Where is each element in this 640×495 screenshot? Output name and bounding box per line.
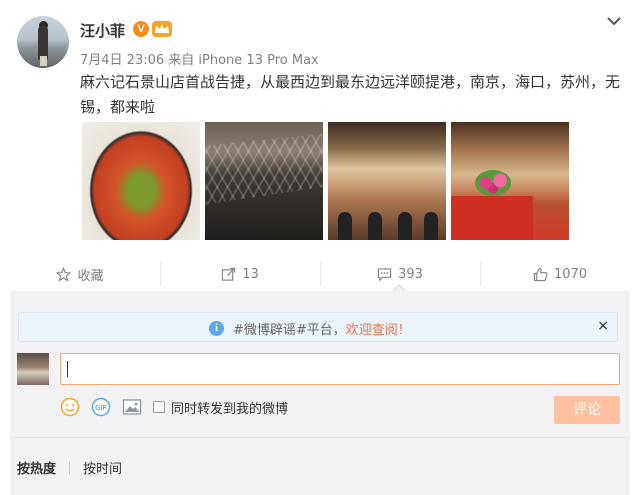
author-name[interactable]: 汪小菲 — [80, 20, 125, 41]
post-meta: 7月4日 23:06 来自 iPhone 13 Pro Max — [80, 53, 319, 68]
verified-icon: V — [133, 21, 149, 37]
vip-badge-icon[interactable] — [152, 21, 172, 37]
image-icon[interactable] — [122, 397, 142, 417]
comment-count: 393 — [398, 266, 423, 282]
notice-text: #微博辟谣#平台， — [233, 323, 346, 338]
close-icon[interactable]: × — [597, 318, 609, 334]
post-text: 麻六记石景山店首战告捷，从最西边到最东边远洋颐提港，南京，海口，苏州，无锡，都来… — [80, 73, 621, 116]
repost-count: 13 — [242, 266, 259, 282]
emoji-icon[interactable] — [60, 397, 80, 417]
like-count: 1070 — [553, 266, 588, 282]
notice-content: i #微博辟谣#平台， 欢迎查阅！ — [209, 319, 411, 338]
sort-separator — [69, 461, 71, 474]
text-cursor — [67, 361, 68, 377]
author-avatar[interactable] — [17, 16, 69, 68]
action-bar: 收藏 13 393 1070 — [0, 258, 640, 290]
sort-by-time-tab[interactable]: 按时间 — [83, 458, 122, 477]
weibo-post-card: 汪小菲 V 7月4日 23:06 来自 iPhone 13 Pro Max 麻六… — [0, 0, 640, 495]
like-button[interactable]: 1070 — [480, 258, 640, 290]
post-image-food[interactable] — [82, 122, 200, 240]
repost-button[interactable]: 13 — [160, 258, 320, 290]
thumbs-up-icon — [533, 267, 548, 281]
post-image-counter[interactable] — [451, 122, 569, 240]
submit-comment-button[interactable]: 评论 — [554, 396, 620, 424]
repost-icon — [222, 267, 236, 281]
repost-checkbox-label[interactable]: 同时转发到我的微博 — [171, 398, 288, 417]
info-icon: i — [209, 321, 224, 336]
notice-link[interactable]: 欢迎查阅！ — [346, 319, 411, 338]
comment-panel: i #微博辟谣#平台， 欢迎查阅！ × GIF 同时转发到我的微博 评论 按热度… — [10, 291, 630, 495]
favorite-button[interactable]: 收藏 — [0, 258, 160, 290]
comment-sort: 按热度 按时间 — [17, 458, 122, 477]
star-icon — [56, 266, 72, 282]
post-image-interior[interactable] — [328, 122, 446, 240]
chevron-down-icon[interactable] — [605, 14, 623, 28]
rumor-notice: i #微博辟谣#平台， 欢迎查阅！ × — [18, 312, 618, 342]
svg-text:GIF: GIF — [95, 405, 107, 412]
sort-by-hot-tab[interactable]: 按热度 — [17, 458, 56, 477]
current-user-avatar[interactable] — [17, 353, 49, 385]
divider — [10, 437, 630, 438]
post-image-ceiling[interactable] — [205, 122, 323, 240]
gif-icon[interactable]: GIF — [91, 397, 111, 417]
repost-checkbox[interactable] — [153, 401, 165, 413]
favorite-label: 收藏 — [77, 268, 104, 284]
comment-tools: GIF 同时转发到我的微博 — [60, 397, 288, 417]
comment-input[interactable] — [60, 353, 620, 385]
comment-icon — [377, 267, 392, 281]
